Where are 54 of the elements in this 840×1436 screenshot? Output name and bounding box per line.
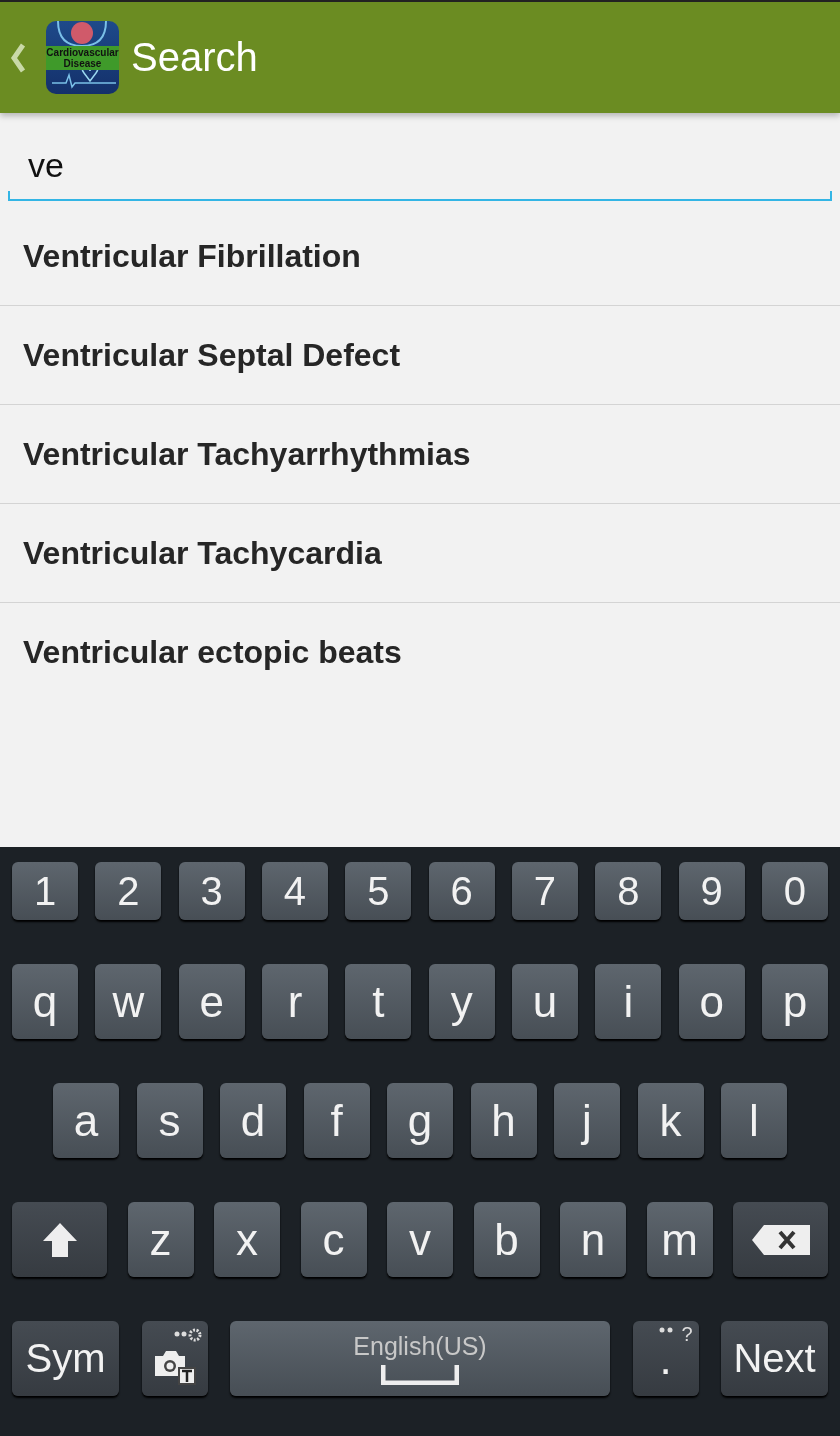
keyboard-key[interactable]: h (470, 1083, 537, 1158)
keyboard-key[interactable]: 5 (345, 862, 412, 920)
keyboard-key[interactable]: Next (721, 1321, 828, 1396)
result-item[interactable]: Ventricular Tachyarrhythmias (0, 405, 840, 504)
keyboard-key[interactable]: 8 (595, 862, 662, 920)
keyboard-key[interactable]: g (387, 1083, 453, 1158)
keyboard-key[interactable]: n (560, 1202, 626, 1277)
keyboard-key[interactable]: b (473, 1202, 540, 1277)
keyboard-key[interactable]: i (595, 964, 662, 1039)
keyboard-key[interactable]: t (345, 964, 412, 1039)
keyboard-key[interactable]: 0 (761, 862, 828, 920)
keyboard-key[interactable]: 7 (511, 862, 578, 920)
keyboard-key[interactable]: ? . (632, 1321, 699, 1396)
keyboard-key[interactable]: y (428, 964, 495, 1039)
keyboard-key[interactable]: d (220, 1083, 286, 1158)
keyboard-key[interactable]: u (511, 964, 578, 1039)
keyboard-key[interactable]: x (214, 1202, 280, 1277)
keyboard-key[interactable]: m (646, 1202, 713, 1277)
dots-icon (658, 1327, 675, 1333)
space-key[interactable]: English(US) (230, 1321, 610, 1396)
back-icon[interactable] (10, 41, 26, 74)
keyboard-key[interactable]: p (761, 964, 828, 1039)
shift-key[interactable] (12, 1202, 107, 1277)
keyboard-key[interactable]: j (554, 1083, 620, 1158)
keyboard-key[interactable]: v (387, 1202, 453, 1277)
keyboard-key[interactable]: 3 (178, 862, 245, 920)
result-item[interactable]: Ventricular ectopic beats (0, 603, 840, 701)
space-bar-icon (381, 1365, 459, 1385)
keyboard-key[interactable]: w (95, 964, 162, 1039)
keyboard-key[interactable]: 1 (12, 862, 78, 920)
keyboard-key[interactable]: l (721, 1083, 787, 1158)
keyboard-key[interactable]: c (300, 1202, 367, 1277)
keyboard-key[interactable] (141, 1321, 208, 1396)
result-item[interactable]: Ventricular Tachycardia (0, 504, 840, 603)
keyboard-key[interactable]: Sym (12, 1321, 119, 1396)
keyboard-key[interactable]: 2 (95, 862, 162, 920)
keyboard-key[interactable]: 9 (678, 862, 745, 920)
keyboard-key[interactable]: z (127, 1202, 194, 1277)
result-item[interactable]: Ventricular Fibrillation (0, 207, 840, 306)
app-icon: Cardiovascular Disease (46, 21, 119, 94)
keyboard-key[interactable]: q (12, 964, 78, 1039)
keyboard-key[interactable]: f (303, 1083, 370, 1158)
keyboard-key[interactable]: o (678, 964, 745, 1039)
result-item[interactable]: Ventricular Septal Defect (0, 306, 840, 405)
keyboard-key[interactable]: s (136, 1083, 203, 1158)
keyboard-key[interactable]: 6 (428, 862, 495, 920)
keyboard-key[interactable]: r (262, 964, 328, 1039)
keyboard-key[interactable]: k (637, 1083, 704, 1158)
keyboard-key[interactable]: e (178, 964, 245, 1039)
keyboard-key[interactable]: 4 (262, 862, 328, 920)
backspace-icon (749, 1222, 812, 1257)
screen-title: Search (131, 35, 258, 80)
keyboard-key[interactable]: a (53, 1083, 119, 1158)
backspace-key[interactable] (733, 1202, 828, 1277)
